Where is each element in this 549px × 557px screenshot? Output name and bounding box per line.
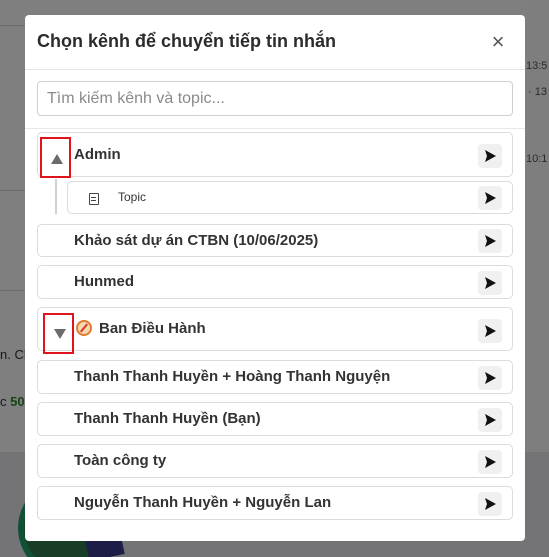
channel-row-hunmed[interactable]: Hunmed bbox=[37, 265, 513, 299]
search-input[interactable] bbox=[37, 81, 513, 116]
send-icon[interactable] bbox=[478, 271, 502, 295]
channel-row-admin[interactable]: Admin bbox=[37, 132, 513, 177]
channel-label: Thanh Thanh Huyền (Bạn) bbox=[74, 410, 261, 427]
topic-icon bbox=[89, 193, 99, 205]
send-icon[interactable] bbox=[478, 492, 502, 516]
channel-label: Nguyễn Thanh Huyền + Nguyễn Lan bbox=[74, 494, 332, 511]
triangle-down-icon bbox=[54, 329, 66, 339]
topic-row[interactable]: Topic bbox=[67, 181, 513, 214]
send-icon[interactable] bbox=[478, 408, 502, 432]
modal-header: Chọn kênh để chuyển tiếp tin nhắn × bbox=[25, 15, 525, 70]
channel-label: Khảo sát dự án CTBN (10/06/2025) bbox=[74, 232, 319, 249]
modal-title: Chọn kênh để chuyển tiếp tin nhắn bbox=[37, 31, 337, 51]
triangle-up-icon bbox=[51, 154, 63, 164]
close-button[interactable]: × bbox=[489, 31, 507, 53]
channel-row-khao-sat[interactable]: Khảo sát dự án CTBN (10/06/2025) bbox=[37, 224, 513, 257]
send-icon[interactable] bbox=[478, 450, 502, 474]
send-icon[interactable] bbox=[478, 144, 502, 168]
send-icon[interactable] bbox=[478, 186, 502, 210]
channel-label: Toàn công ty bbox=[74, 452, 167, 469]
channel-row-dm[interactable]: Thanh Thanh Huyền + Hoàng Thanh Nguyện bbox=[37, 360, 513, 394]
list-divider bbox=[25, 128, 525, 129]
channel-label: Admin bbox=[74, 146, 121, 163]
compass-icon bbox=[76, 320, 92, 336]
topic-label: Topic bbox=[118, 190, 147, 204]
send-icon[interactable] bbox=[478, 319, 502, 343]
channel-row-dm-lan[interactable]: Nguyễn Thanh Huyền + Nguyễn Lan bbox=[37, 486, 513, 520]
send-icon[interactable] bbox=[478, 229, 502, 253]
forward-message-modal: Chọn kênh để chuyển tiếp tin nhắn × Admi… bbox=[25, 15, 525, 541]
channel-row-ban-dieu-hanh[interactable]: Ban Điều Hành bbox=[37, 307, 513, 351]
channel-label: Thanh Thanh Huyền + Hoàng Thanh Nguyện bbox=[74, 368, 391, 385]
channel-row-self[interactable]: Thanh Thanh Huyền (Bạn) bbox=[37, 402, 513, 436]
channel-label: Hunmed bbox=[74, 273, 134, 290]
channel-label: Ban Điều Hành bbox=[99, 320, 206, 337]
tree-connector bbox=[55, 179, 57, 214]
send-icon[interactable] bbox=[478, 366, 502, 390]
collapse-toggle-admin[interactable] bbox=[40, 137, 71, 178]
expand-toggle-ban-dieu-hanh[interactable] bbox=[43, 313, 74, 354]
channel-row-toan-cong-ty[interactable]: Toàn công ty bbox=[37, 444, 513, 478]
